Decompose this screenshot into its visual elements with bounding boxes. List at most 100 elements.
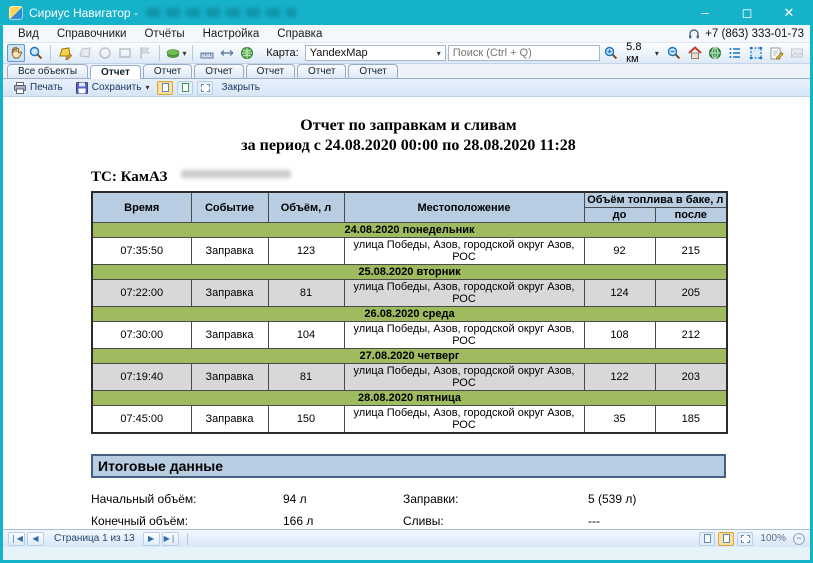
table-cell: Заправка <box>191 280 268 307</box>
globe-icon[interactable] <box>706 44 724 62</box>
rect-icon[interactable] <box>116 44 134 62</box>
menu-otchety[interactable]: Отчёты <box>135 25 193 42</box>
summary-value: 5 (539 л) <box>588 492 636 506</box>
summary-value: 94 л <box>283 492 307 506</box>
day-banner: 27.08.2020 четверг <box>92 349 727 364</box>
single-page-mode-button[interactable] <box>699 532 715 546</box>
last-page-button[interactable]: ▶❘ <box>162 532 179 546</box>
grid-icon <box>741 535 750 543</box>
summary-value: 166 л <box>283 514 313 528</box>
menu-bar: Вид Справочники Отчёты Настройка Справка… <box>3 25 810 43</box>
multi-page-mode-button[interactable] <box>737 532 753 546</box>
list-icon[interactable] <box>726 44 744 62</box>
close-report-label: Закрыть <box>221 82 260 93</box>
table-cell: 104 <box>268 322 344 349</box>
menu-vid[interactable]: Вид <box>9 25 48 42</box>
table-cell: 07:35:50 <box>92 238 191 265</box>
fit-page-view-button[interactable] <box>197 81 213 95</box>
search-input[interactable] <box>448 45 600 61</box>
maximize-button[interactable]: ◻ <box>726 0 768 25</box>
col-location: Местоположение <box>344 192 584 223</box>
save-button[interactable]: Сохранить ▾ <box>71 80 154 96</box>
image-icon[interactable] <box>788 44 806 62</box>
tab-5[interactable]: Отчет <box>297 64 346 78</box>
ruler-width-icon[interactable] <box>218 44 236 62</box>
page-indicator: Страница 1 из 13 <box>46 533 143 544</box>
tab-3[interactable]: Отчет <box>194 64 243 78</box>
note-edit-icon[interactable] <box>767 44 785 62</box>
print-button[interactable]: Печать <box>9 80 67 96</box>
first-page-button[interactable]: ❘◀ <box>8 532 25 546</box>
table-cell: 92 <box>584 238 655 265</box>
prev-page-button[interactable]: ◀ <box>27 532 44 546</box>
summary-row: Конечный объём:166 л <box>91 510 403 529</box>
table-cell: улица Победы, Азов, городской округ Азов… <box>344 364 584 391</box>
close-report-button[interactable]: Закрыть <box>217 81 264 94</box>
single-page-view-button[interactable] <box>157 81 173 95</box>
zoom-out-button[interactable]: − <box>793 533 805 545</box>
toolbar-separator <box>159 45 160 61</box>
tab-2[interactable]: Отчет <box>143 64 192 78</box>
flag-icon[interactable] <box>136 44 154 62</box>
table-cell: Заправка <box>191 406 268 434</box>
table-cell: улица Победы, Азов, городской округ Азов… <box>344 238 584 265</box>
table-row: 07:19:40Заправка81улица Победы, Азов, го… <box>92 364 727 391</box>
page-width-view-button[interactable] <box>177 81 193 95</box>
zoom-search-icon[interactable] <box>27 44 45 62</box>
table-cell: 35 <box>584 406 655 434</box>
tab-bar: Все объектыОтчетОтчетОтчетОтчетОтчетОтче… <box>3 64 810 79</box>
select-area-icon[interactable] <box>747 44 765 62</box>
tab-1[interactable]: Отчет <box>90 65 141 79</box>
edit-polygon-icon[interactable] <box>56 44 74 62</box>
minimize-button[interactable]: – <box>684 0 726 25</box>
summary-label: Сливы: <box>403 514 588 528</box>
summary-label: Заправки: <box>403 492 588 506</box>
tab-0[interactable]: Все объекты <box>7 64 88 78</box>
zoom-in-icon[interactable] <box>602 44 620 62</box>
circle-icon[interactable] <box>96 44 114 62</box>
table-cell: 81 <box>268 280 344 307</box>
chevron-down-icon: ▾ <box>182 49 186 58</box>
app-icon <box>9 6 23 20</box>
report-subtitle: за период с 24.08.2020 00:00 по 28.08.20… <box>91 137 726 155</box>
print-label: Печать <box>30 82 63 93</box>
scale-dropdown[interactable]: 5.8 км ▾ <box>622 44 663 62</box>
table-cell: 124 <box>584 280 655 307</box>
summary-banner: Итоговые данные <box>91 454 726 478</box>
home-icon[interactable] <box>685 44 703 62</box>
tab-6[interactable]: Отчет <box>348 64 397 78</box>
summary-row: Начальный объём:94 л <box>91 488 403 510</box>
menu-spravka[interactable]: Справка <box>268 25 331 42</box>
table-cell: 81 <box>268 364 344 391</box>
toolbar-separator <box>50 45 51 61</box>
table-row: 07:22:00Заправка81улица Победы, Азов, го… <box>92 280 727 307</box>
layers-icon[interactable]: ▾ <box>164 44 187 62</box>
page-icon <box>162 83 169 92</box>
title-redacted-text <box>146 8 296 17</box>
fit-icon <box>201 84 210 92</box>
two-page-mode-button[interactable] <box>718 532 734 546</box>
route-globe-icon[interactable] <box>238 44 256 62</box>
map-select-value: YandexMap <box>310 47 368 59</box>
table-row: 07:35:50Заправка123улица Победы, Азов, г… <box>92 238 727 265</box>
summary-value: --- <box>588 514 600 528</box>
table-cell: Заправка <box>191 238 268 265</box>
report-toolbar: Печать Сохранить ▾ Закрыть <box>3 79 810 97</box>
chevron-down-icon: ▾ <box>145 83 149 92</box>
menu-nastroika[interactable]: Настройка <box>194 25 269 42</box>
tab-4[interactable]: Отчет <box>246 64 295 78</box>
pan-hand-icon[interactable] <box>7 44 25 62</box>
close-button[interactable]: ✕ <box>768 0 810 25</box>
printer-icon <box>13 81 27 95</box>
menu-spravochniki[interactable]: Справочники <box>48 25 136 42</box>
table-cell: улица Победы, Азов, городской округ Азов… <box>344 406 584 434</box>
ruler-icon[interactable] <box>198 44 216 62</box>
table-row: 07:45:00Заправка150улица Победы, Азов, г… <box>92 406 727 434</box>
map-label: Карта: <box>266 47 299 59</box>
polygon-icon[interactable] <box>76 44 94 62</box>
map-select[interactable]: YandexMap ▾ <box>305 45 446 61</box>
zoom-out-icon[interactable] <box>665 44 683 62</box>
next-page-button[interactable]: ▶ <box>143 532 160 546</box>
page-icon <box>704 534 711 543</box>
summary-section: Начальный объём:94 лКонечный объём:166 л… <box>91 488 726 529</box>
